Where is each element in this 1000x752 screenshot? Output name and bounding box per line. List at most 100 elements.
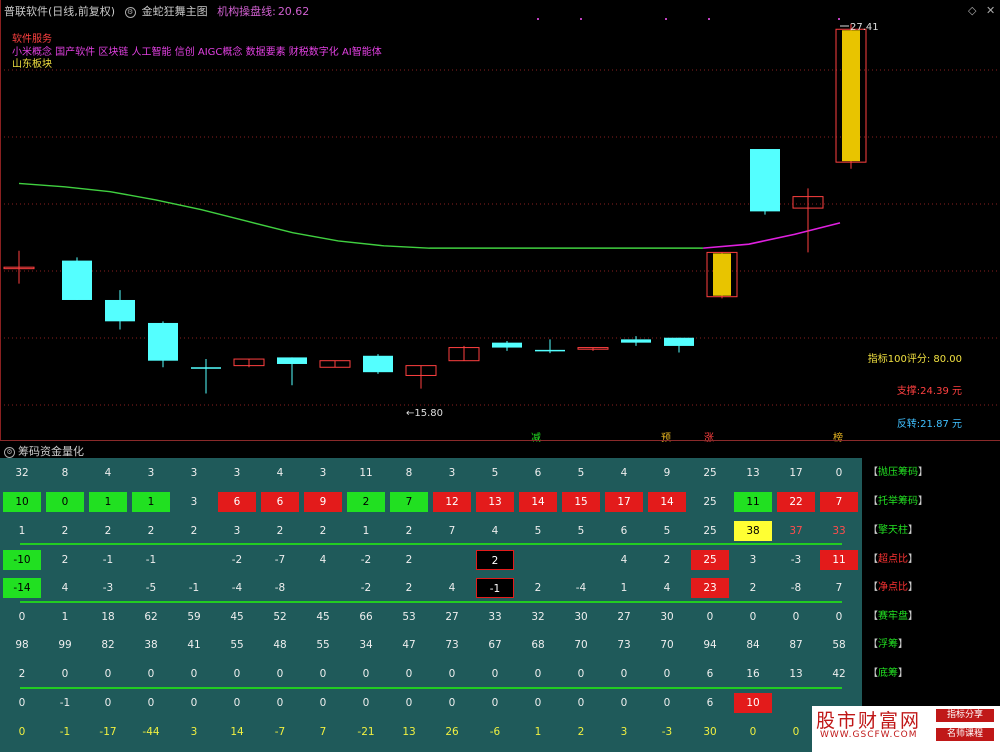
table-cell: 4 bbox=[448, 582, 456, 594]
row-label-text: 抛压筹码 bbox=[878, 467, 918, 478]
table-cell: -7 bbox=[274, 554, 286, 566]
table-cell: 0 bbox=[835, 467, 843, 479]
table-cell: 1 bbox=[362, 525, 370, 537]
table-cell: 37 bbox=[789, 525, 803, 537]
table-cell: 1 bbox=[534, 726, 542, 738]
table-cell: 1 bbox=[61, 611, 69, 623]
table-cell: 26 bbox=[445, 726, 459, 738]
table-cell: 4 bbox=[491, 525, 499, 537]
table-cell: 3 bbox=[233, 467, 241, 479]
chip-table: 32 8 4 3 3 3 4 3 11 8 3 5 6 5 4 9 25 13 17 0 10 0 1 1 3 6 6 9 2 7 12 13… bbox=[0, 458, 862, 752]
separator-line bbox=[20, 601, 842, 603]
low-price-label: ←15.80 bbox=[406, 408, 443, 419]
restore-icon[interactable]: ◇ bbox=[968, 4, 976, 17]
table-cell: 0 bbox=[190, 697, 198, 709]
top-dot bbox=[537, 18, 539, 20]
cost-line-label: 机构操盘线: bbox=[217, 5, 276, 18]
table-cell: 0 bbox=[319, 668, 327, 680]
table-cell: 0 bbox=[448, 668, 456, 680]
table-cell: 58 bbox=[832, 639, 846, 651]
kline-chart-area[interactable]: 27.41 ←15.80 普联软件(日线,前复权) ⚙ 金蛇狂舞主图 机构操盘线: 2… bbox=[0, 0, 1000, 444]
table-cell: 27 bbox=[617, 611, 631, 623]
table-cell bbox=[777, 693, 815, 713]
candle-body bbox=[105, 299, 135, 322]
table-cell: 73 bbox=[617, 639, 631, 651]
table-cell: 2 bbox=[405, 525, 413, 537]
table-cell: -2 bbox=[360, 582, 372, 594]
table-cell: 0 bbox=[104, 668, 112, 680]
separator-line bbox=[20, 543, 842, 545]
top-dot bbox=[665, 18, 667, 20]
high-price-label: 27.41 bbox=[850, 22, 879, 33]
top-dot bbox=[708, 18, 710, 20]
table-cell bbox=[175, 550, 213, 570]
table-cell: 7 bbox=[390, 492, 428, 512]
table-cell: 55 bbox=[230, 639, 244, 651]
table-cell: 13 bbox=[789, 668, 803, 680]
kline-chart[interactable]: 27.41 ←15.80 bbox=[0, 0, 1000, 440]
panel-divider[interactable] bbox=[0, 440, 1000, 441]
support-stat: 支撑:24.39 元 bbox=[896, 386, 962, 397]
table-cell: 3 bbox=[190, 726, 198, 738]
table-cell: 30 bbox=[574, 611, 588, 623]
table-cell: 2 bbox=[347, 492, 385, 512]
table-cell: 14 bbox=[519, 492, 557, 512]
settings-icon[interactable]: ⚙ bbox=[124, 6, 136, 18]
table-cell: 5 bbox=[491, 467, 499, 479]
table-cell: 0 bbox=[276, 668, 284, 680]
watermark-site: 股市财富网 bbox=[816, 710, 922, 732]
table-cell: 59 bbox=[187, 611, 201, 623]
table-cell: 13 bbox=[402, 726, 416, 738]
table-cell: 1 bbox=[18, 525, 26, 537]
table-cell: 2 bbox=[61, 525, 69, 537]
panel-title[interactable]: ⚙ 筹码资金量化 bbox=[4, 443, 84, 459]
table-cell: 0 bbox=[190, 668, 198, 680]
table-cell: 0 bbox=[534, 697, 542, 709]
table-cell: 30 bbox=[703, 726, 717, 738]
candle-body bbox=[363, 355, 393, 373]
table-cell: 2 bbox=[190, 525, 198, 537]
candle-body-fill bbox=[842, 30, 860, 162]
table-cell: 0 bbox=[448, 697, 456, 709]
close-icon[interactable]: ✕ bbox=[986, 4, 995, 17]
table-cell: -3 bbox=[661, 726, 673, 738]
settings-icon[interactable]: ⚙ bbox=[4, 446, 15, 458]
table-cell bbox=[519, 550, 557, 570]
table-cell: 2 bbox=[276, 525, 284, 537]
cost-line-value: 20.62 bbox=[277, 5, 310, 18]
row-label-text: 托举筹码 bbox=[878, 496, 918, 507]
table-cell: 0 bbox=[534, 668, 542, 680]
table-cell: 4 bbox=[620, 554, 628, 566]
table-cell: 6 bbox=[218, 492, 256, 512]
table-cell: 3 bbox=[190, 467, 198, 479]
table-cell: 11 bbox=[820, 550, 858, 570]
table-cell: 15 bbox=[562, 492, 600, 512]
ma-line-green bbox=[18, 182, 704, 249]
table-cell: 17 bbox=[789, 467, 803, 479]
table-cell: -1 bbox=[476, 578, 514, 598]
table-cell: 82 bbox=[101, 639, 115, 651]
table-cell: -8 bbox=[274, 582, 286, 594]
table-cell: 48 bbox=[273, 639, 287, 651]
row-label: 【赛牢盘】 bbox=[868, 611, 918, 622]
table-cell: -3 bbox=[790, 554, 802, 566]
table-cell: 27 bbox=[445, 611, 459, 623]
table-cell: 10 bbox=[734, 693, 772, 713]
table-cell: 0 bbox=[362, 697, 370, 709]
top-dot bbox=[838, 18, 840, 20]
table-cell: 47 bbox=[402, 639, 416, 651]
watermark: 股市财富网 WWW.GSCFW.COM 指标分享 名师课程 bbox=[812, 706, 1000, 752]
table-cell: 1 bbox=[620, 582, 628, 594]
table-cell: 0 bbox=[792, 726, 800, 738]
table-cell: 23 bbox=[691, 578, 729, 598]
row-label: 【抛压筹码】 bbox=[868, 467, 928, 478]
table-cell: -14 bbox=[3, 578, 41, 598]
table-cell: 4 bbox=[620, 467, 628, 479]
table-cell: 0 bbox=[61, 668, 69, 680]
table-cell: 6 bbox=[261, 492, 299, 512]
table-cell: 33 bbox=[832, 525, 846, 537]
row-label: 【擎天柱】 bbox=[868, 525, 918, 536]
indicator-name[interactable]: 金蛇狂舞主图 bbox=[142, 5, 208, 18]
table-cell: 0 bbox=[491, 697, 499, 709]
watermark-tag-1: 指标分享 bbox=[936, 709, 994, 722]
